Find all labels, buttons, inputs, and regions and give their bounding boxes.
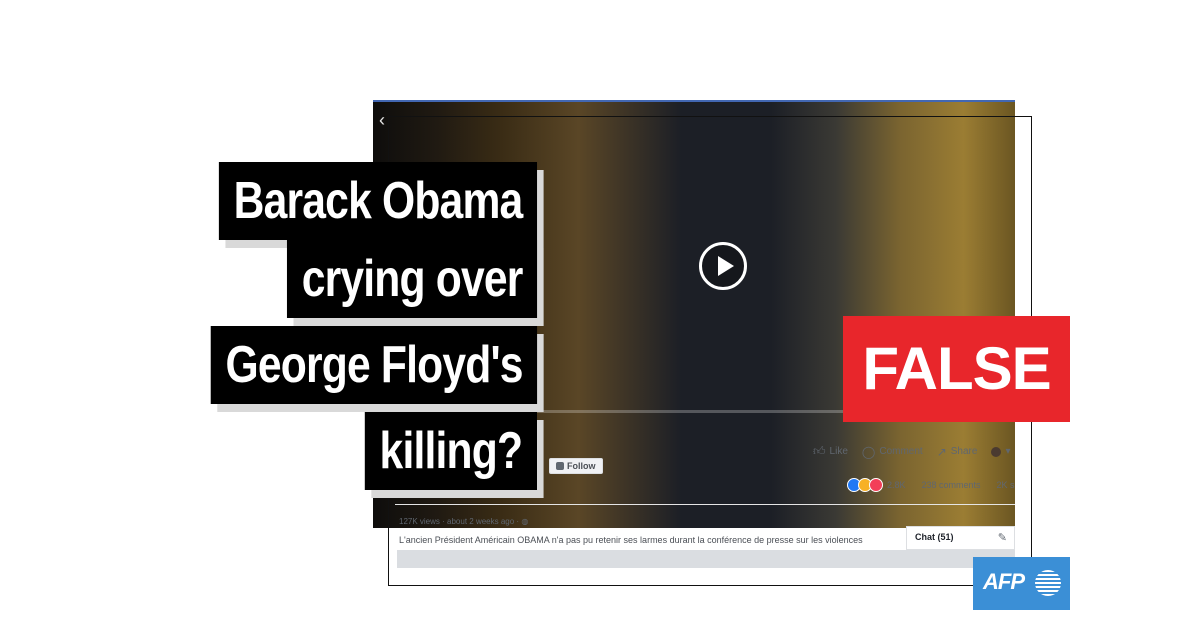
avatar	[991, 446, 1002, 457]
post-actions: 👍︎ Like ◯ Comment ↗ Share ▾	[813, 444, 1010, 459]
afp-logo-text: AFP	[983, 569, 1025, 594]
post-as-selector[interactable]: ▾	[991, 446, 1010, 457]
comment-button[interactable]: ◯ Comment	[862, 445, 923, 459]
play-icon[interactable]	[699, 242, 747, 290]
post-caption: L'ancien Président Américain OBAMA n'a p…	[399, 535, 863, 545]
follow-button[interactable]: Follow	[549, 458, 603, 474]
comment-count[interactable]: 238 comments	[922, 480, 981, 490]
chevron-left-icon[interactable]: ‹	[379, 110, 385, 131]
post-time[interactable]: about 2 weeks ago	[447, 517, 514, 526]
share-count[interactable]: 2K s	[997, 480, 1015, 490]
like-button[interactable]: 👍︎ Like	[813, 444, 848, 459]
afp-logo: AFP	[973, 557, 1070, 610]
comment-icon: ◯	[861, 444, 876, 459]
love-reaction-icon	[869, 478, 883, 492]
globe-icon: ◍	[521, 517, 529, 526]
edit-icon[interactable]: ✎	[998, 531, 1007, 544]
share-icon: ↗	[936, 444, 947, 459]
headline-line-2: crying over	[286, 240, 537, 318]
thumbs-up-icon: 👍︎	[813, 444, 826, 458]
globe-icon	[1035, 570, 1061, 596]
headline-line-3: George Floyd's	[210, 326, 537, 404]
chat-tab[interactable]: Chat (51) ✎	[906, 526, 1015, 550]
headline-line-4: killing?	[364, 412, 537, 490]
reaction-icons[interactable]: 2.8K	[847, 478, 906, 492]
divider	[395, 504, 1015, 505]
post-meta: 127K views · about 2 weeks ago · ◍	[399, 517, 529, 526]
headline-line-1: Barack Obama	[218, 162, 537, 240]
reaction-count[interactable]: 2.8K	[887, 480, 906, 490]
share-button[interactable]: ↗ Share	[937, 445, 978, 459]
verdict-badge: FALSE	[843, 316, 1070, 422]
chevron-down-icon: ▾	[1005, 446, 1011, 457]
reaction-summary: 2.8K 238 comments 2K s	[847, 478, 1015, 492]
footer-bar	[397, 550, 1015, 568]
view-count: 127K views	[399, 517, 440, 526]
follow-icon	[556, 462, 564, 470]
